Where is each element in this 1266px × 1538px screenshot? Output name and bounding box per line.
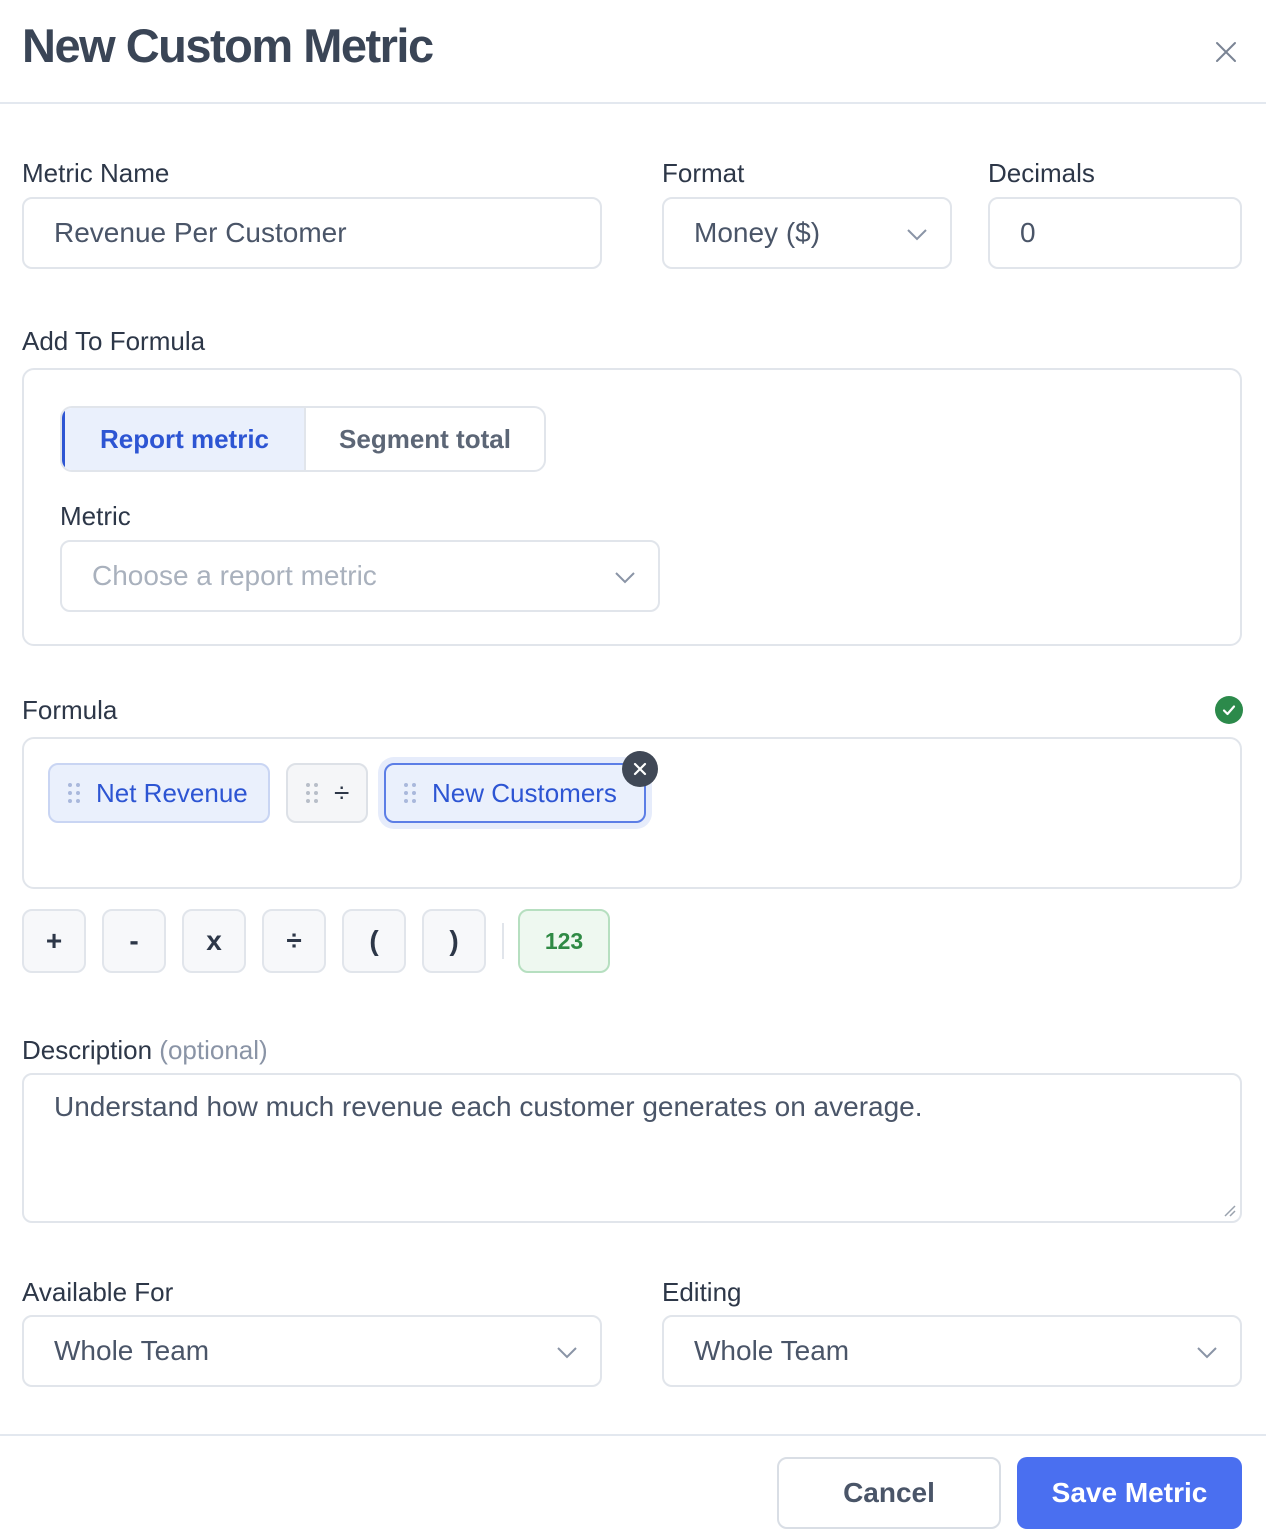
- format-label: Format: [662, 158, 745, 188]
- available-for-value: Whole Team: [54, 1335, 210, 1366]
- add-to-formula-label: Add To Formula: [22, 326, 206, 356]
- tab-segment-total[interactable]: Segment total: [304, 408, 544, 470]
- dialog-title: New Custom Metric: [22, 19, 434, 72]
- drag-handle-icon[interactable]: [306, 783, 318, 803]
- description-value: Understand how much revenue each custome…: [54, 1091, 923, 1122]
- source-toggle: Report metric Segment total: [60, 406, 546, 472]
- token-label: Net Revenue: [96, 777, 248, 808]
- cancel-button[interactable]: Cancel: [777, 1457, 1001, 1529]
- operator-divide-button[interactable]: ÷: [262, 909, 326, 973]
- description-optional-text: (optional): [159, 1035, 268, 1065]
- decimals-value: 0: [1020, 217, 1036, 248]
- metric-name-value: Revenue Per Customer: [54, 217, 347, 248]
- operator-divider: [502, 923, 504, 959]
- drag-handle-icon[interactable]: [404, 783, 416, 803]
- description-label: Description (optional): [22, 1035, 268, 1066]
- add-number-button[interactable]: 123: [518, 909, 610, 973]
- token-label: ÷: [334, 777, 350, 808]
- operator-plus-button[interactable]: +: [22, 909, 86, 973]
- check-circle-icon: [1215, 696, 1243, 724]
- remove-token-button[interactable]: [622, 751, 658, 787]
- formula-token-net-revenue[interactable]: Net Revenue: [48, 763, 270, 823]
- chevron-down-icon: [907, 229, 927, 241]
- format-select[interactable]: Money ($): [662, 197, 952, 269]
- report-metric-placeholder: Choose a report metric: [92, 560, 377, 591]
- description-textarea[interactable]: Understand how much revenue each custome…: [22, 1073, 1242, 1223]
- close-icon: [1216, 42, 1236, 62]
- editing-value: Whole Team: [694, 1335, 850, 1366]
- metric-label: Metric: [60, 501, 131, 531]
- editing-label: Editing: [662, 1277, 742, 1307]
- resize-handle-icon[interactable]: [1220, 1201, 1236, 1217]
- report-metric-select[interactable]: Choose a report metric: [60, 540, 660, 612]
- operator-close-paren-button[interactable]: ): [422, 909, 486, 973]
- drag-handle-icon[interactable]: [68, 783, 80, 803]
- formula-label: Formula: [22, 695, 118, 725]
- close-icon: [633, 762, 647, 776]
- close-button[interactable]: [1206, 32, 1246, 72]
- dialog-header: New Custom Metric: [0, 0, 1266, 104]
- operator-open-paren-button[interactable]: (: [342, 909, 406, 973]
- description-label-text: Description: [22, 1035, 153, 1065]
- operator-minus-button[interactable]: -: [102, 909, 166, 973]
- tab-report-metric[interactable]: Report metric: [62, 408, 304, 470]
- editing-select[interactable]: Whole Team: [662, 1315, 1242, 1387]
- formula-token-divide[interactable]: ÷: [286, 763, 368, 823]
- metric-name-label: Metric Name: [22, 158, 170, 188]
- formula-token-new-customers[interactable]: New Customers: [384, 763, 646, 823]
- chevron-down-icon: [557, 1347, 577, 1359]
- chevron-down-icon: [615, 572, 635, 584]
- metric-name-input[interactable]: Revenue Per Customer: [22, 197, 602, 269]
- available-for-label: Available For: [22, 1277, 174, 1307]
- available-for-select[interactable]: Whole Team: [22, 1315, 602, 1387]
- decimals-input[interactable]: 0: [988, 197, 1242, 269]
- token-label: New Customers: [432, 777, 617, 808]
- save-metric-button[interactable]: Save Metric: [1017, 1457, 1242, 1529]
- operator-multiply-button[interactable]: x: [182, 909, 246, 973]
- chevron-down-icon: [1197, 1347, 1217, 1359]
- decimals-label: Decimals: [988, 158, 1095, 188]
